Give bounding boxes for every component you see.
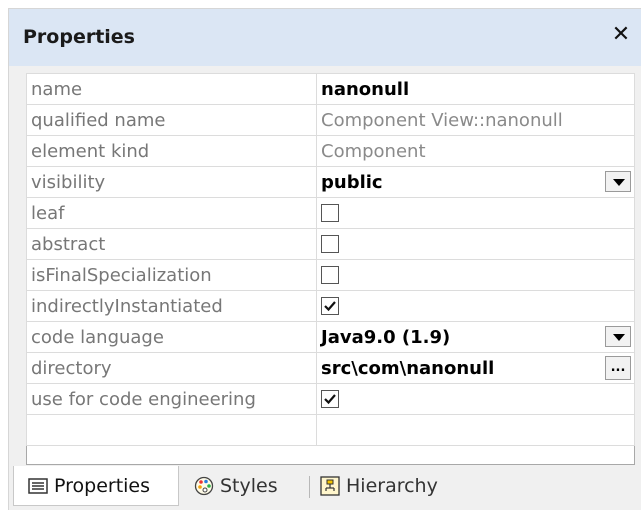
property-value[interactable]	[316, 383, 635, 415]
tab-separator	[309, 476, 310, 498]
property-key: name	[26, 73, 317, 105]
property-key: isFinalSpecialization	[26, 259, 317, 291]
value-text: public	[321, 171, 383, 193]
property-value: Component View::nanonull	[316, 104, 635, 136]
checkbox[interactable]	[321, 234, 339, 253]
tab-styles[interactable]: Styles	[194, 466, 278, 506]
dropdown-arrow-icon[interactable]	[605, 171, 631, 192]
property-key: directory	[26, 352, 317, 384]
property-value[interactable]	[316, 290, 635, 322]
value-text: Component View::nanonull	[321, 109, 563, 131]
property-key: leaf	[26, 197, 317, 229]
property-value[interactable]	[316, 228, 635, 260]
value-text: Component	[321, 140, 426, 162]
property-key: abstract	[26, 228, 317, 260]
value-text: src\com\nanonull	[321, 357, 495, 379]
property-row: name nanonull	[26, 73, 635, 105]
tab-bar: Properties Styles Hierarchy	[9, 466, 641, 511]
property-value[interactable]: nanonull	[316, 73, 635, 105]
empty-cell	[316, 414, 635, 446]
property-value[interactable]	[316, 259, 635, 291]
checkbox[interactable]	[321, 389, 339, 408]
property-row: directory src\com\nanonull...	[26, 352, 635, 384]
empty-row	[26, 414, 635, 446]
property-key: code language	[26, 321, 317, 353]
property-grid: name nanonull qualified name Component View…	[26, 73, 635, 465]
property-row: indirectlyInstantiated	[26, 290, 635, 322]
tab-hierarchy-label: Hierarchy	[346, 475, 438, 497]
tab-properties[interactable]: Properties	[13, 466, 179, 506]
dropdown-arrow-icon[interactable]	[605, 326, 631, 347]
tab-properties-label: Properties	[54, 474, 151, 497]
property-row: code language Java9.0 (1.9)	[26, 321, 635, 353]
property-value[interactable]: public	[316, 166, 635, 198]
empty-cell	[26, 414, 317, 446]
close-icon[interactable]: ✕	[609, 23, 633, 47]
checkbox[interactable]	[321, 265, 339, 284]
property-key: qualified name	[26, 104, 317, 136]
value-text: Java9.0 (1.9)	[321, 326, 451, 348]
property-key: indirectlyInstantiated	[26, 290, 317, 322]
property-key: visibility	[26, 166, 317, 198]
property-row: visibility public	[26, 166, 635, 198]
property-value: Component	[316, 135, 635, 167]
property-row: element kind Component	[26, 135, 635, 167]
property-value[interactable]: Java9.0 (1.9)	[316, 321, 635, 353]
hierarchy-icon	[320, 476, 340, 496]
tab-styles-label: Styles	[220, 475, 278, 497]
property-row: isFinalSpecialization	[26, 259, 635, 291]
checkbox[interactable]	[321, 296, 339, 315]
property-row: qualified name Component View::nanonull	[26, 104, 635, 136]
property-key: element kind	[26, 135, 317, 167]
palette-icon	[194, 476, 214, 496]
property-row: abstract	[26, 228, 635, 260]
checkbox[interactable]	[321, 203, 339, 222]
property-value[interactable]: src\com\nanonull...	[316, 352, 635, 384]
property-row: use for code engineering	[26, 383, 635, 415]
properties-window: Properties ✕ name nanonull qualified name C…	[8, 8, 641, 510]
title-bar: Properties ✕	[9, 9, 641, 66]
panel-title: Properties	[23, 26, 135, 48]
value-text: nanonull	[321, 78, 410, 100]
tab-hierarchy[interactable]: Hierarchy	[320, 466, 438, 506]
property-row: leaf	[26, 197, 635, 229]
properties-icon	[28, 477, 48, 494]
property-value[interactable]	[316, 197, 635, 229]
property-key: use for code engineering	[26, 383, 317, 415]
browse-button[interactable]: ...	[605, 356, 631, 380]
